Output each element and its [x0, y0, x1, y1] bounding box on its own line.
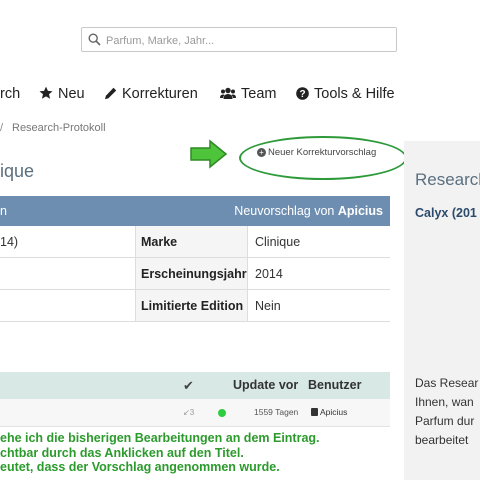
annotation-note: ehe ich die bisherigen Bearbeitungen an … — [0, 431, 320, 475]
row-label-cell: Erscheinungsjahr — [135, 258, 248, 289]
row-value: 2014 — [255, 267, 283, 281]
pencil-icon — [104, 87, 117, 104]
update-column-header: Update vor — [233, 378, 299, 392]
history-user-name: Apicius — [320, 407, 348, 417]
nav-label: Tools & Hilfe — [314, 86, 395, 102]
status-dot-icon — [218, 409, 226, 417]
history-table-header: ✔ Update vor Benutzer — [0, 372, 390, 399]
history-days: 1559 Tagen — [254, 407, 299, 417]
svg-text:?: ? — [299, 89, 305, 100]
page-title: ique — [0, 161, 35, 181]
sidebar-description: Das Resear Ihnen, wan Parfum dur bearbei… — [415, 374, 478, 450]
table-row: Limitierte Edition Nein — [0, 290, 390, 322]
row-left-cell: 14) — [0, 235, 19, 249]
user-column-header: Benutzer — [308, 378, 362, 392]
sidebar-item-link[interactable]: Calyx (201 — [415, 206, 477, 220]
row-value: Nein — [255, 299, 281, 313]
breadcrumb-separator: / — [0, 122, 4, 134]
green-arrow-annotation — [190, 139, 228, 174]
question-circle-icon: ? — [296, 87, 309, 104]
sidebar-text-line: bearbeitet — [415, 433, 469, 447]
proposal-by-label: Neuvorschlag von — [234, 204, 335, 218]
nav-label: Korrekturen — [122, 86, 198, 102]
nav-item-search[interactable]: rch — [0, 86, 20, 102]
sidebar-title: Research — [415, 170, 480, 189]
details-header-left: n — [0, 204, 7, 218]
row-label: Erscheinungsjahr — [141, 267, 247, 281]
new-correction-label: Neuer Korrekturvorschlag — [268, 147, 377, 158]
history-row[interactable]: ↙3 1559 Tagen Apicius — [0, 399, 390, 427]
row-label: Marke — [141, 235, 178, 249]
details-table-header: n Neuvorschlag von Apicius — [0, 196, 390, 226]
nav-item-team[interactable]: Team — [220, 86, 276, 104]
proposal-user-link[interactable]: Apicius — [338, 204, 383, 218]
search-input[interactable] — [104, 30, 393, 51]
details-table: 14) Marke Clinique Erscheinungsjahr 2014… — [0, 226, 390, 322]
star-icon — [39, 86, 53, 104]
user-icon — [311, 408, 318, 416]
breadcrumb-current: Research-Protokoll — [12, 122, 106, 134]
highlight-ellipse-annotation — [239, 136, 407, 180]
nav-item-corrections[interactable]: Korrekturen — [104, 86, 198, 104]
sidebar-text-line: Ihnen, wan — [415, 395, 474, 409]
table-row: 14) Marke Clinique — [0, 226, 390, 258]
nav-label: Neu — [58, 86, 85, 102]
nav-label: Team — [241, 86, 277, 102]
search-box[interactable] — [81, 27, 397, 52]
history-count: ↙3 — [183, 408, 195, 417]
check-icon: ✔ — [183, 378, 194, 393]
row-label-cell: Limitierte Edition — [135, 290, 248, 321]
row-label-cell: Marke — [135, 226, 248, 257]
sidebar-text-line: Parfum dur — [415, 414, 475, 428]
nav-item-new[interactable]: Neu — [39, 86, 85, 104]
search-icon — [88, 33, 101, 46]
row-value: Clinique — [255, 235, 301, 249]
annotation-line: ehe ich die bisherigen Bearbeitungen an … — [0, 431, 320, 445]
nav-item-tools-help[interactable]: ? Tools & Hilfe — [296, 86, 395, 104]
annotation-line: eutet, dass der Vorschlag angenommen wur… — [0, 460, 280, 474]
details-header-right: Neuvorschlag von Apicius — [234, 204, 383, 218]
sidebar-text-line: Das Resear — [415, 376, 479, 390]
new-correction-link[interactable]: + Neuer Korrekturvorschlag — [257, 147, 376, 158]
annotation-line: chtbar durch das Anklicken auf den Titel… — [0, 445, 244, 460]
users-icon — [220, 87, 236, 104]
main-nav: rch Neu Korrekturen Team ? Tools & Hilfe — [0, 86, 480, 108]
nav-label: rch — [0, 86, 21, 102]
row-label: Limitierte Edition — [141, 299, 244, 313]
history-user-link[interactable]: Apicius — [311, 407, 347, 417]
plus-circle-icon: + — [257, 148, 266, 157]
table-row: Erscheinungsjahr 2014 — [0, 258, 390, 290]
